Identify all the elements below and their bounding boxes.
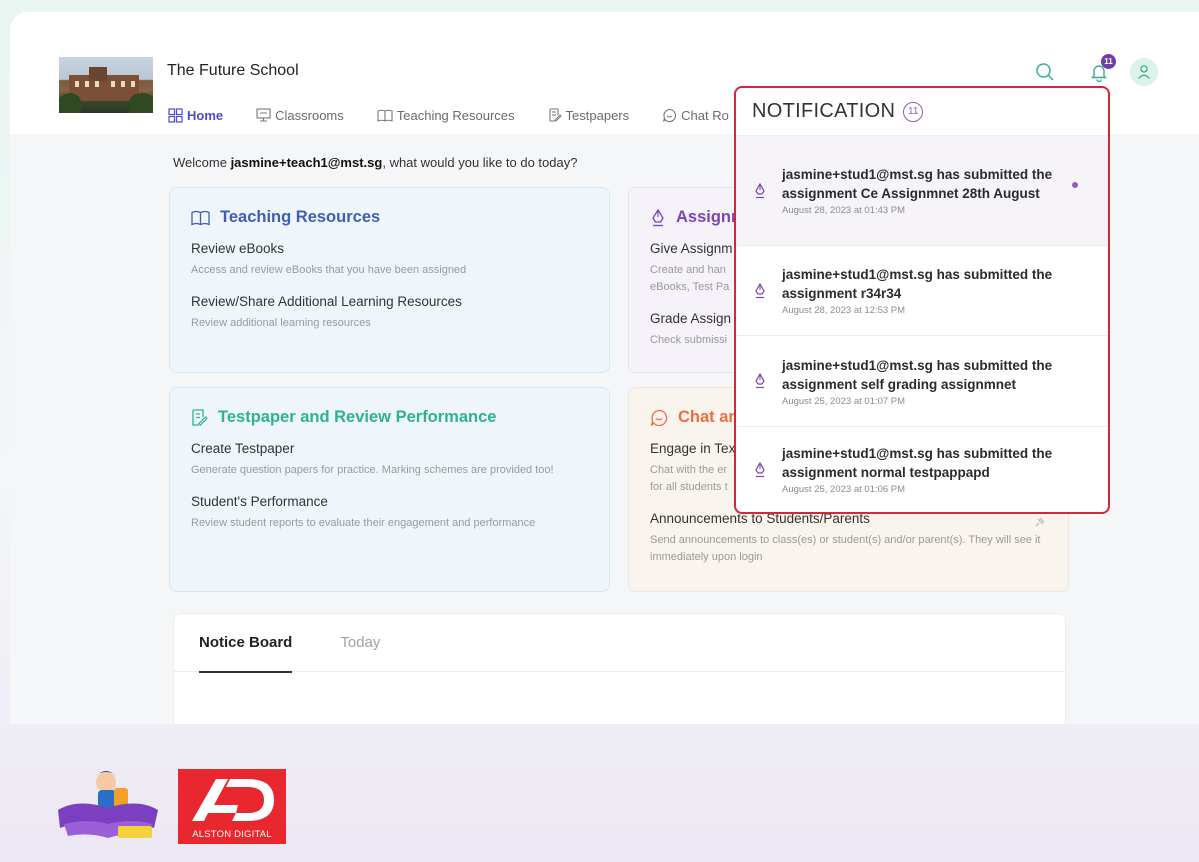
nav-classrooms-label: Classrooms (275, 107, 344, 123)
review-share-resources-link[interactable]: Review/Share Additional Learning Resourc… (191, 294, 588, 309)
notification-dropdown: NOTIFICATION 11 jasmine+stud1@mst.sg has… (734, 86, 1110, 514)
notice-board: Notice Board Today (173, 613, 1066, 724)
create-testpaper-link[interactable]: Create Testpaper (191, 441, 588, 456)
nav-testpapers-label: Testpapers (565, 107, 630, 123)
notifications-button[interactable]: 11 (1086, 54, 1116, 85)
testpaper-performance-card: Testpaper and Review Performance Create … (169, 387, 610, 592)
pen-nib-icon (755, 461, 765, 477)
main-nav: Home Classrooms Teaching Resources Testp… (168, 105, 762, 125)
student-performance-desc: Review student reports to evaluate their… (191, 517, 536, 529)
notification-message: jasmine+stud1@mst.sg has submitted the a… (782, 267, 1053, 301)
notification-count: 11 (903, 101, 924, 122)
school-name: The Future School (167, 62, 299, 79)
notification-item[interactable]: jasmine+stud1@mst.sg has submitted the a… (736, 246, 1108, 336)
nav-home-label: Home (187, 107, 224, 123)
notification-header: NOTIFICATION 11 (736, 88, 1108, 136)
notice-board-tabs: Notice Board Today (174, 614, 1065, 673)
welcome-user: jasmine+teach1@mst.sg (230, 155, 383, 170)
teaching-resources-card: Teaching Resources Review eBooks Access … (169, 187, 610, 373)
notification-item[interactable]: jasmine+stud1@mst.sg has submitted the a… (736, 336, 1108, 427)
my-second-teacher-logo (48, 762, 166, 844)
chat-icon (663, 108, 677, 122)
search-icon (1036, 63, 1054, 81)
notification-item[interactable]: jasmine+stud1@mst.sg has submitted the a… (736, 136, 1108, 246)
review-ebooks-desc: Access and review eBooks that you have b… (191, 264, 467, 276)
book-icon (377, 109, 393, 122)
profile-button[interactable] (1130, 58, 1158, 86)
notification-date: August 25, 2023 at 01:07 PM (782, 395, 906, 407)
alston-digital-logo: ALSTON DIGITAL (178, 769, 286, 844)
notification-date: August 28, 2023 at 12:53 PM (782, 305, 906, 316)
pin-icon (1035, 517, 1045, 527)
teaching-resources-card-title[interactable]: Teaching Resources (191, 208, 588, 227)
search-button[interactable] (1032, 59, 1058, 85)
nav-teaching-resources-label: Teaching Resources (396, 107, 515, 123)
nav-chat[interactable]: Chat Ro (662, 108, 729, 123)
pen-nib-icon (755, 373, 765, 389)
notification-count-badge: 11 (1101, 54, 1116, 69)
grid-icon (168, 107, 183, 123)
notification-date: August 28, 2023 at 01:43 PM (782, 205, 906, 216)
nav-testpapers[interactable]: Testpapers (548, 107, 630, 123)
alston-digital-label: ALSTON DIGITAL (192, 829, 272, 840)
review-ebooks-link[interactable]: Review eBooks (191, 241, 588, 256)
testpaper-icon (192, 409, 208, 426)
header-actions: 11 (1032, 54, 1158, 86)
notification-message: jasmine+stud1@mst.sg has submitted the a… (782, 167, 1053, 201)
notification-date: August 25, 2023 at 01:06 PM (782, 484, 906, 495)
notification-message: jasmine+stud1@mst.sg has submitted the a… (782, 357, 1053, 392)
pen-nib-icon (755, 182, 765, 198)
review-share-resources-desc: Review additional learning resources (191, 317, 371, 329)
notification-title: NOTIFICATION (752, 100, 896, 122)
school-photo (59, 57, 153, 113)
tab-notice-board[interactable]: Notice Board (199, 614, 293, 673)
testpaper-icon (548, 108, 562, 122)
notification-message: jasmine+stud1@mst.sg has submitted the a… (782, 446, 1053, 480)
nav-classrooms[interactable]: Classrooms (256, 108, 344, 123)
nav-chat-label: Chat Ro (681, 107, 729, 123)
nav-home[interactable]: Home (168, 108, 223, 123)
testpaper-card-title[interactable]: Testpaper and Review Performance (191, 408, 588, 427)
welcome-message: Welcome jasmine+teach1@mst.sg, what woul… (173, 155, 578, 170)
footer-logos: ALSTON DIGITAL (48, 762, 286, 844)
announcements-desc: Send announcements to class(es) or stude… (650, 534, 1041, 563)
book-icon (191, 210, 210, 226)
classroom-icon (256, 108, 271, 122)
user-icon (1138, 65, 1150, 79)
create-testpaper-desc: Generate question papers for practice. M… (191, 464, 554, 476)
pen-nib-icon (755, 282, 765, 298)
chat-icon (650, 409, 668, 426)
nav-teaching-resources[interactable]: Teaching Resources (377, 108, 515, 123)
unread-dot (1072, 182, 1078, 188)
pen-nib-icon (652, 208, 664, 226)
tab-today[interactable]: Today (340, 614, 380, 672)
notification-item[interactable]: jasmine+stud1@mst.sg has submitted the a… (736, 427, 1108, 512)
student-performance-link[interactable]: Student's Performance (191, 494, 588, 509)
